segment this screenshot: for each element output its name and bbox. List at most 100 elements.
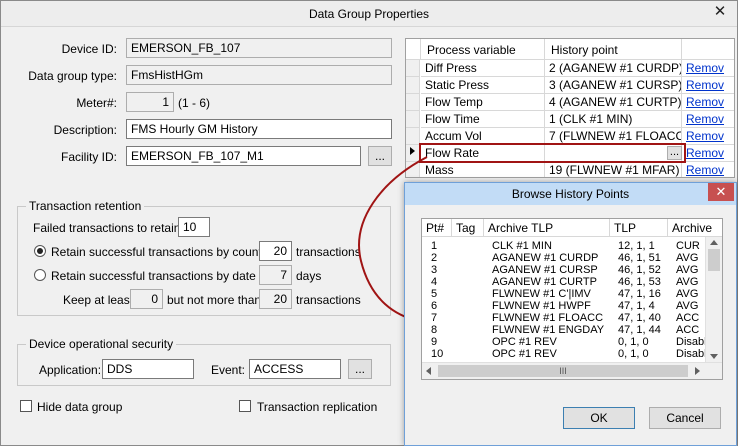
horizontal-scroll-thumb[interactable]: III (438, 365, 688, 377)
list-archive-cell[interactable]: AVG (672, 276, 706, 288)
remove-link[interactable]: Remov (682, 162, 734, 177)
list-tlp-cell[interactable]: 0, 1, 0 (614, 336, 669, 348)
remove-link[interactable]: Remov (682, 94, 734, 111)
history-points-list[interactable]: Pt# Tag Archive TLP TLP Archive 1 CLK #1… (421, 218, 723, 380)
list-tlp-cell[interactable]: 47, 1, 4 (614, 300, 669, 312)
vertical-scrollbar[interactable] (705, 237, 722, 364)
retain-days-unit: days (296, 269, 322, 283)
keep-at-least-label: Keep at least (63, 293, 134, 307)
list-pt-cell[interactable]: 1 (427, 240, 452, 252)
list-archive-cell[interactable]: AVG (672, 252, 706, 264)
grid-history-cell[interactable]: 4 (AGANEW #1 CURTP) (545, 94, 682, 111)
failed-transactions-input[interactable]: 10 (178, 217, 210, 237)
retain-by-date-radio[interactable] (34, 269, 46, 281)
retain-count-input[interactable]: 20 (259, 241, 292, 261)
description-input[interactable]: FMS Hourly GM History (126, 119, 392, 139)
row-selector (406, 111, 420, 128)
grid-history-cell[interactable]: 3 (AGANEW #1 CURSP) (545, 77, 682, 94)
column-header-tag[interactable]: Tag (452, 219, 484, 237)
meter-range: (1 - 6) (178, 96, 211, 110)
list-tlp-cell[interactable]: 12, 1, 1 (614, 240, 669, 252)
list-tlp-cell[interactable]: 47, 1, 16 (614, 288, 669, 300)
list-archive-tlp-cell[interactable]: OPC #1 REV (488, 336, 608, 348)
cancel-button[interactable]: Cancel (649, 407, 721, 429)
scroll-up-icon[interactable] (710, 240, 718, 245)
hide-data-group-checkbox[interactable] (20, 400, 32, 412)
transaction-replication-checkbox[interactable] (239, 400, 251, 412)
list-archive-cell[interactable]: ACC (672, 312, 706, 324)
remove-link[interactable]: Remov (682, 128, 734, 145)
list-archive-cell[interactable]: AVG (672, 288, 706, 300)
list-tlp-cell[interactable]: 46, 1, 53 (614, 276, 669, 288)
remove-link[interactable]: Remov (682, 77, 734, 94)
list-archive-tlp-cell[interactable]: OPC #1 REV (488, 348, 608, 360)
list-archive-tlp-cell[interactable]: FLWNEW #1 HWPF (488, 300, 608, 312)
dialog-close-icon[interactable]: ✕ (708, 183, 734, 201)
list-pt-cell[interactable]: 4 (427, 276, 452, 288)
history-point-browse-button[interactable]: ... (667, 146, 682, 160)
close-icon[interactable]: ✕ (709, 3, 731, 21)
retain-by-count-radio[interactable] (34, 245, 46, 257)
column-header-history-point[interactable]: History point (545, 39, 682, 60)
retain-days-input[interactable]: 7 (259, 265, 292, 285)
grid-history-cell[interactable]: 2 (AGANEW #1 CURDP) (545, 60, 682, 77)
window-title: Data Group Properties (308, 7, 430, 21)
list-pt-cell[interactable]: 3 (427, 264, 452, 276)
list-pt-cell[interactable]: 5 (427, 288, 452, 300)
scroll-right-icon[interactable] (695, 367, 700, 375)
vertical-scroll-thumb[interactable] (708, 249, 720, 271)
ok-button[interactable]: OK (563, 407, 635, 429)
event-browse-button[interactable]: ... (348, 359, 372, 379)
list-archive-cell[interactable]: AVG (672, 300, 706, 312)
remove-link[interactable]: Remov (682, 60, 734, 77)
grid-history-cell[interactable]: 1 (CLK #1 MIN) (545, 111, 682, 128)
list-archive-cell[interactable]: CUR (672, 240, 706, 252)
list-pt-cell[interactable]: 8 (427, 324, 452, 336)
max-transactions-input[interactable]: 20 (259, 289, 292, 309)
remove-link[interactable]: Remov (682, 111, 734, 128)
column-header-remove (682, 39, 734, 60)
list-archive-cell[interactable]: Disable (672, 336, 706, 348)
horizontal-scrollbar[interactable]: III (422, 362, 722, 379)
list-archive-tlp-cell[interactable]: CLK #1 MIN (488, 240, 608, 252)
application-label: Application: (39, 363, 102, 377)
remove-link[interactable]: Remov (682, 145, 734, 162)
list-archive-tlp-cell[interactable]: AGANEW #1 CURSP (488, 264, 608, 276)
list-pt-cell[interactable]: 7 (427, 312, 452, 324)
list-tlp-cell[interactable]: 46, 1, 52 (614, 264, 669, 276)
list-tlp-cell[interactable]: 0, 1, 0 (614, 348, 669, 360)
grid-variable-cell[interactable]: Flow Time (421, 111, 545, 128)
scroll-left-icon[interactable] (426, 367, 431, 375)
list-pt-cell[interactable]: 10 (427, 348, 452, 360)
list-archive-tlp-cell[interactable]: AGANEW #1 CURTP (488, 276, 608, 288)
list-pt-cell[interactable]: 6 (427, 300, 452, 312)
device-id-label: Device ID: (61, 42, 117, 56)
keep-at-least-input[interactable]: 0 (130, 289, 163, 309)
grid-variable-cell[interactable]: Diff Press (421, 60, 545, 77)
list-archive-tlp-cell[interactable]: FLWNEW #1 C'|IMV (488, 288, 608, 300)
list-archive-tlp-cell[interactable]: AGANEW #1 CURDP (488, 252, 608, 264)
event-label: Event: (211, 363, 246, 377)
column-header-archive-tlp[interactable]: Archive TLP (484, 219, 610, 237)
list-tlp-cell[interactable]: 47, 1, 44 (614, 324, 669, 336)
list-tlp-cell[interactable]: 46, 1, 51 (614, 252, 669, 264)
list-archive-tlp-cell[interactable]: FLWNEW #1 ENGDAY (488, 324, 608, 336)
column-header-archive[interactable]: Archive (668, 219, 722, 237)
facility-id-input[interactable]: EMERSON_FB_107_M1 (126, 146, 361, 166)
column-header-process-variable[interactable]: Process variable (421, 39, 545, 60)
grid-variable-cell[interactable]: Flow Temp (421, 94, 545, 111)
grid-history-cell[interactable]: 19 (FLWNEW #1 MFAR) (545, 162, 682, 177)
list-archive-cell[interactable]: AVG (672, 264, 706, 276)
list-pt-cell[interactable]: 9 (427, 336, 452, 348)
list-archive-cell[interactable]: Disable (672, 348, 706, 360)
list-archive-tlp-cell[interactable]: FLWNEW #1 FLOACC (488, 312, 608, 324)
list-tlp-cell[interactable]: 47, 1, 40 (614, 312, 669, 324)
list-archive-cell[interactable]: ACC (672, 324, 706, 336)
list-pt-cell[interactable]: 2 (427, 252, 452, 264)
grid-variable-cell[interactable]: Static Press (421, 77, 545, 94)
scroll-down-icon[interactable] (710, 354, 718, 359)
column-header-tlp[interactable]: TLP (610, 219, 668, 237)
application-input[interactable]: DDS (102, 359, 194, 379)
event-input[interactable]: ACCESS (249, 359, 341, 379)
column-header-pt[interactable]: Pt# (422, 219, 452, 237)
